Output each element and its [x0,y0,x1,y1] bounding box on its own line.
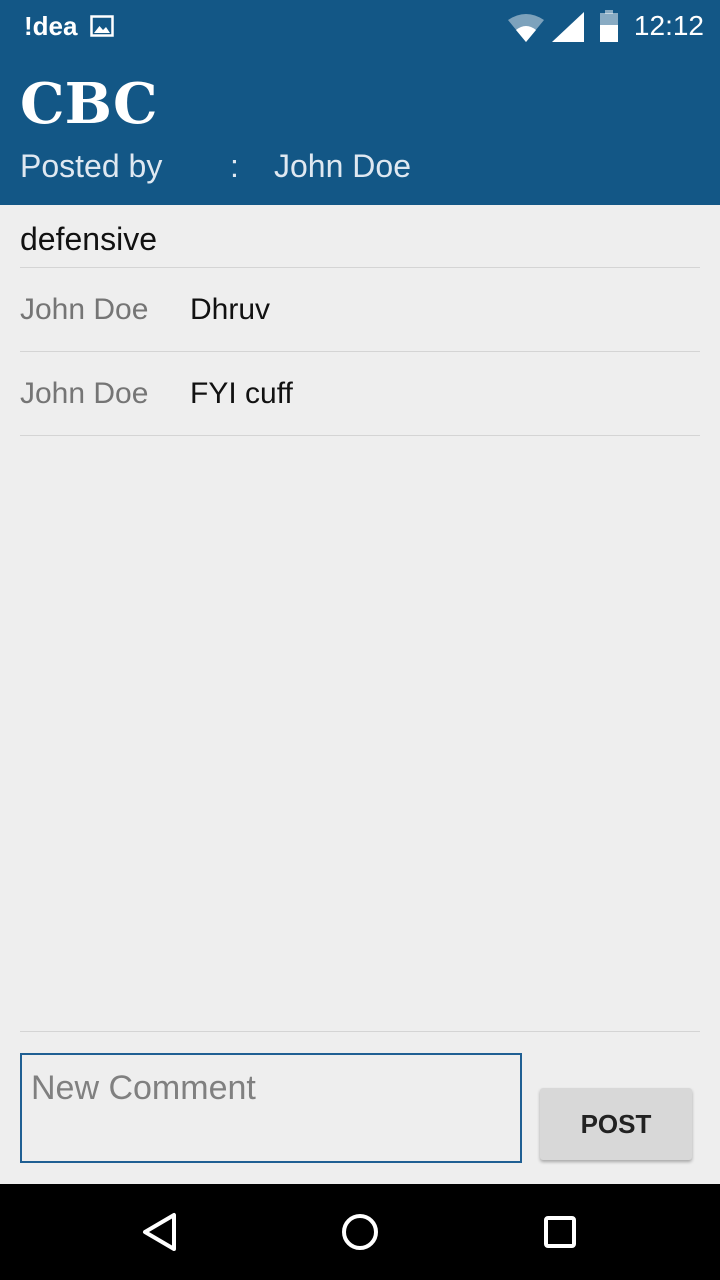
divider [20,1031,700,1032]
post-button[interactable]: POST [540,1088,692,1160]
list-item: John Doe FYI cuff [20,352,700,436]
gallery-icon [90,14,114,43]
clock: 12:12 [633,10,704,41]
back-icon[interactable] [136,1208,184,1256]
list-item: John Doe Dhruv [20,268,700,352]
comment-text: FYI cuff [190,377,293,410]
comment-text: Dhruv [190,293,271,326]
posted-by-separator: : [230,148,239,184]
signal-icon [552,12,584,47]
carrier-name: !dea [24,11,78,41]
new-comment-input[interactable] [20,1053,522,1163]
divider [20,435,700,436]
comment-author: John Doe [20,293,149,326]
recents-icon[interactable] [536,1208,584,1256]
page-title: CBC [20,71,158,137]
status-bar: !dea 12:12 [0,0,720,52]
posted-by-author: John Doe [274,148,411,184]
comment-author: John Doe [20,377,149,410]
app-bar: CBC Posted by : John Doe [0,52,720,205]
battery-icon [598,10,620,47]
home-icon[interactable] [336,1208,384,1256]
posted-by-label: Posted by [20,148,163,184]
navigation-bar [0,1184,720,1280]
wifi-icon [508,12,544,47]
post-body: defensive [20,221,157,257]
